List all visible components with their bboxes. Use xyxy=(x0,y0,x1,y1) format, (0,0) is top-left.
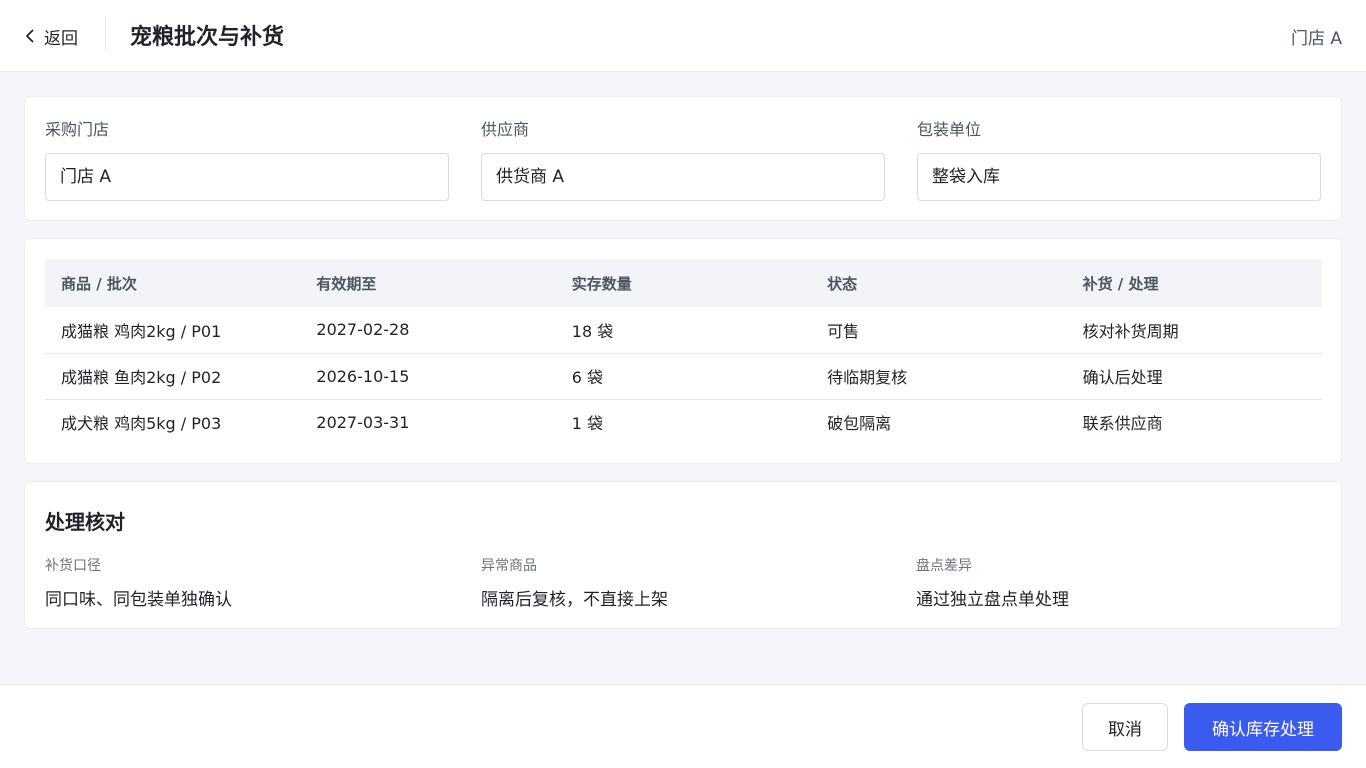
table-row[interactable]: 成猫粮 鸡肉2kg / P01 2027-02-28 18 袋 可售 核对补货周… xyxy=(45,307,1322,354)
cell-quantity: 6 袋 xyxy=(555,353,812,400)
cell-expiry: 2027-02-28 xyxy=(300,307,556,354)
cell-status: 待临期复核 xyxy=(811,353,1067,400)
back-label: 返回 xyxy=(44,28,78,49)
column-header-quantity: 实存数量 xyxy=(571,274,632,293)
back-button[interactable]: 返回 xyxy=(22,22,78,50)
store-field-label: 采购门店 xyxy=(45,120,110,139)
table-row[interactable]: 成犬粮 鸡肉5kg / P03 2027-03-31 1 袋 破包隔离 联系供应… xyxy=(45,399,1322,445)
cell-action: 确认后处理 xyxy=(1066,353,1322,400)
check-value: 同口味、同包装单独确认 xyxy=(45,590,232,610)
check-value: 通过独立盘点单处理 xyxy=(916,590,1069,610)
table-header-row: 商品 / 批次 有效期至 实存数量 状态 补货 / 处理 xyxy=(45,259,1322,307)
cell-product-batch: 成猫粮 鱼肉2kg / P02 xyxy=(45,353,301,400)
cancel-button[interactable]: 取消 xyxy=(1082,703,1168,751)
check-label: 盘点差异 xyxy=(916,558,972,574)
check-item-abnormal: 异常商品 隔离后复核，不直接上架 xyxy=(481,556,901,610)
page-title: 宠粮批次与补货 xyxy=(130,25,285,50)
check-label: 异常商品 xyxy=(481,558,537,574)
supplier-field-label: 供应商 xyxy=(481,120,530,139)
chevron-left-icon xyxy=(26,29,34,43)
cell-quantity: 18 袋 xyxy=(555,307,812,354)
package-unit-field: 包装单位 整袋入库 xyxy=(917,119,1321,201)
supplier-input[interactable]: 供货商 A xyxy=(481,153,885,201)
current-store: 门店 A xyxy=(1290,29,1342,49)
batch-table: 商品 / 批次 有效期至 实存数量 状态 补货 / 处理 成猫粮 鸡肉2kg /… xyxy=(45,259,1322,445)
column-header-product-batch: 商品 / 批次 xyxy=(61,274,137,293)
cell-quantity: 1 袋 xyxy=(571,414,604,434)
table-row[interactable]: 成猫粮 鱼肉2kg / P02 2026-10-15 6 袋 待临期复核 确认后… xyxy=(45,353,1322,400)
column-header-action: 补货 / 处理 xyxy=(1082,274,1159,293)
package-unit-field-label: 包装单位 xyxy=(917,120,982,139)
cell-product-batch: 成猫粮 鸡肉2kg / P01 xyxy=(45,307,301,354)
cell-status: 破包隔离 xyxy=(827,414,892,434)
cell-status: 可售 xyxy=(811,307,1067,354)
confirm-button[interactable]: 确认库存处理 xyxy=(1184,703,1342,751)
cell-action: 联系供应商 xyxy=(1082,414,1163,434)
process-check-card: 处理核对 补货口径 同口味、同包装单独确认 异常商品 隔离后复核，不直接上架 盘… xyxy=(24,481,1342,629)
check-item-replenishment: 补货口径 同口味、同包装单独确认 xyxy=(45,556,465,610)
batch-table-card: 商品 / 批次 有效期至 实存数量 状态 补货 / 处理 成猫粮 鸡肉2kg /… xyxy=(24,238,1342,464)
check-item-stocktake: 盘点差异 通过独立盘点单处理 xyxy=(916,556,1336,610)
cell-expiry: 2026-10-15 xyxy=(300,353,556,400)
action-bar: 取消 确认库存处理 xyxy=(0,684,1366,768)
purchase-info-card: 采购门店 门店 A 供应商 供货商 A 包装单位 整袋入库 xyxy=(24,96,1342,221)
column-header-status: 状态 xyxy=(827,274,858,293)
column-header-expiry: 有效期至 xyxy=(316,274,377,293)
cell-action: 核对补货周期 xyxy=(1066,307,1322,354)
check-value: 隔离后复核，不直接上架 xyxy=(481,590,668,610)
store-input[interactable]: 门店 A xyxy=(45,153,449,201)
header-divider xyxy=(105,16,106,50)
supplier-field: 供应商 供货商 A xyxy=(481,119,885,201)
cell-product-batch: 成犬粮 鸡肉5kg / P03 xyxy=(61,414,222,434)
store-field: 采购门店 门店 A xyxy=(45,119,449,201)
cell-expiry: 2027-03-31 xyxy=(316,412,410,432)
section-title: 处理核对 xyxy=(45,510,125,534)
top-bar: 返回 宠粮批次与补货 门店 A xyxy=(0,0,1366,72)
package-unit-input[interactable]: 整袋入库 xyxy=(917,153,1321,201)
check-label: 补货口径 xyxy=(45,558,101,574)
